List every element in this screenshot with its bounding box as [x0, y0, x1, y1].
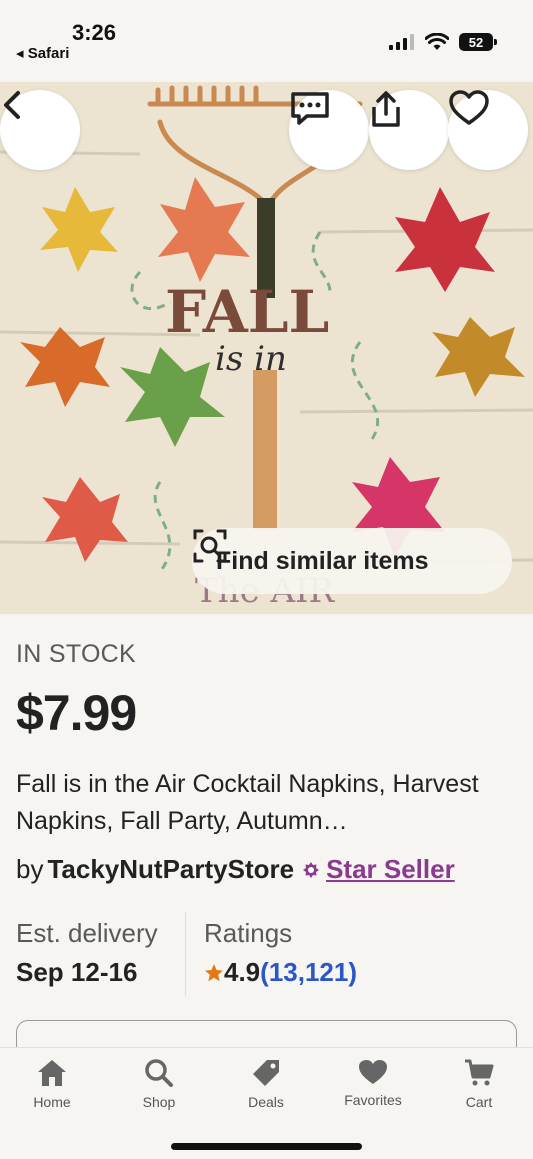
visual-search-icon — [193, 529, 227, 563]
star-seller-badge-icon — [303, 861, 320, 878]
tab-cart-label: Cart — [465, 1094, 493, 1110]
tab-shop[interactable]: Shop — [119, 1058, 199, 1110]
tab-home[interactable]: Home — [12, 1058, 92, 1110]
heart-icon — [359, 1060, 387, 1084]
rating-count-link[interactable]: (13,121) — [260, 957, 357, 988]
tab-home-label: Home — [33, 1094, 71, 1110]
ratings-info[interactable]: Ratings 4.9 (13,121) — [186, 912, 357, 996]
back-button[interactable] — [0, 90, 80, 170]
delivery-info: Est. delivery Sep 12-16 — [16, 912, 186, 996]
find-similar-label: Find similar items — [216, 546, 429, 575]
delivery-ratings-row: Est. delivery Sep 12-16 Ratings 4.9 (13,… — [16, 912, 516, 996]
tab-shop-label: Shop — [142, 1094, 176, 1110]
battery-icon: 52 — [459, 33, 497, 51]
delivery-value: Sep 12-16 — [16, 957, 138, 987]
share-button[interactable] — [369, 90, 449, 170]
product-image[interactable]: FALL is in The AIR — [0, 82, 533, 614]
seller-line: by TackyNutPartyStore Star Seller — [16, 854, 455, 885]
find-similar-items-button[interactable]: Find similar items — [192, 528, 512, 594]
stock-status: IN STOCK — [16, 640, 137, 668]
favorite-button[interactable] — [448, 90, 528, 170]
ratings-value-row: 4.9 (13,121) — [204, 957, 357, 988]
seller-by-prefix: by — [16, 854, 44, 884]
seller-name-link[interactable]: TackyNutPartyStore — [47, 854, 294, 885]
product-title[interactable]: Fall is in the Air Cocktail Napkins, Har… — [16, 766, 516, 840]
message-icon — [291, 92, 329, 125]
message-seller-button[interactable] — [289, 90, 369, 170]
star-seller-link[interactable]: Star Seller — [326, 854, 455, 885]
delivery-label: Est. delivery — [16, 918, 158, 948]
search-icon — [145, 1059, 173, 1087]
tab-deals-label: Deals — [248, 1094, 284, 1110]
ratings-label: Ratings — [204, 918, 293, 948]
artwork-text-is-in: is in — [215, 339, 287, 379]
tab-deals[interactable]: Deals — [226, 1058, 306, 1110]
rating-value: 4.9 — [224, 957, 261, 987]
artwork-text-fall: FALL — [165, 278, 329, 346]
home-indicator — [171, 1143, 362, 1150]
heart-icon — [449, 90, 489, 125]
chevron-left-icon — [4, 91, 20, 119]
status-icons: 52 — [389, 33, 497, 51]
status-bar: 3:26 ◂ Safari 52 — [0, 0, 533, 82]
back-to-safari-link[interactable]: ◂ Safari — [16, 44, 69, 62]
tab-cart[interactable]: Cart — [439, 1058, 519, 1110]
wifi-icon — [425, 33, 449, 50]
tag-icon — [253, 1060, 279, 1086]
bottom-tab-bar: Home Shop Deals Favorites Cart — [0, 1047, 533, 1159]
share-icon — [372, 91, 400, 127]
cellular-signal-icon — [389, 34, 414, 50]
product-price: $7.99 — [16, 685, 137, 741]
status-time: 3:26 — [72, 20, 117, 45]
tab-favorites-label: Favorites — [344, 1092, 402, 1108]
tab-favorites[interactable]: Favorites — [333, 1058, 413, 1108]
star-icon — [205, 963, 223, 981]
cart-icon — [465, 1059, 494, 1086]
home-icon — [38, 1060, 66, 1086]
